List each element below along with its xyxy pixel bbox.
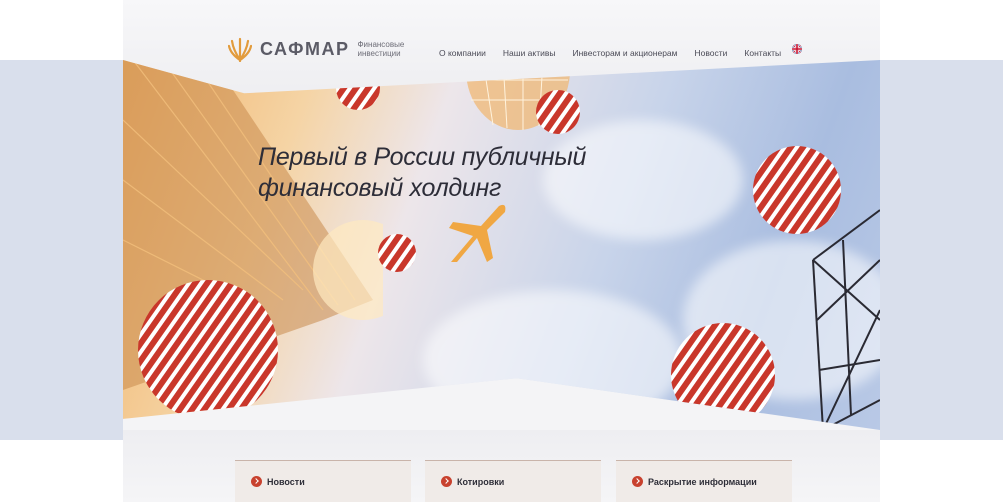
card-quotes[interactable]: Котировки xyxy=(425,460,601,502)
hero-banner: Первый в России публичный финансовый хол… xyxy=(123,60,880,430)
card-quotes-label: Котировки xyxy=(457,476,505,487)
nav-item-contacts[interactable]: Контакты xyxy=(744,48,781,58)
wheat-sheaf-icon xyxy=(228,37,252,62)
nav-item-about[interactable]: О компании xyxy=(439,48,486,58)
hero-headline-line1: Первый в России публичный xyxy=(258,143,587,171)
brand-name: САФМАР xyxy=(260,38,350,59)
left-side-band xyxy=(0,60,123,440)
brand-subtitle: Финансовые инвестиции xyxy=(357,40,405,58)
nav-item-assets[interactable]: Наши активы xyxy=(503,48,556,58)
nav-item-investors[interactable]: Инвесторам и акционерам xyxy=(573,48,678,58)
hero-headline-line2: финансовый холдинг xyxy=(258,174,501,202)
arrow-circle-icon xyxy=(441,476,452,487)
card-news-label: Новости xyxy=(267,476,305,487)
hero-headline: Первый в России публичный финансовый хол… xyxy=(258,142,586,204)
main-container: САФМАР Финансовые инвестиции О компании … xyxy=(123,0,880,502)
card-disclosure-label: Раскрытие информации xyxy=(648,476,757,487)
nav-item-news[interactable]: Новости xyxy=(695,48,728,58)
card-news[interactable]: Новости xyxy=(235,460,411,502)
arrow-circle-icon xyxy=(251,476,262,487)
right-side-band xyxy=(880,60,1003,440)
arrow-circle-icon xyxy=(632,476,643,487)
card-disclosure[interactable]: Раскрытие информации xyxy=(616,460,792,502)
page: САФМАР Финансовые инвестиции О компании … xyxy=(0,0,1003,502)
brand-logo[interactable]: САФМАР Финансовые инвестиции xyxy=(228,36,413,62)
uk-flag-icon[interactable] xyxy=(792,44,803,54)
ball-decorations xyxy=(138,66,841,427)
hero-image: Первый в России публичный финансовый хол… xyxy=(123,60,880,430)
main-nav: О компании Наши активы Инвесторам и акци… xyxy=(439,44,803,58)
